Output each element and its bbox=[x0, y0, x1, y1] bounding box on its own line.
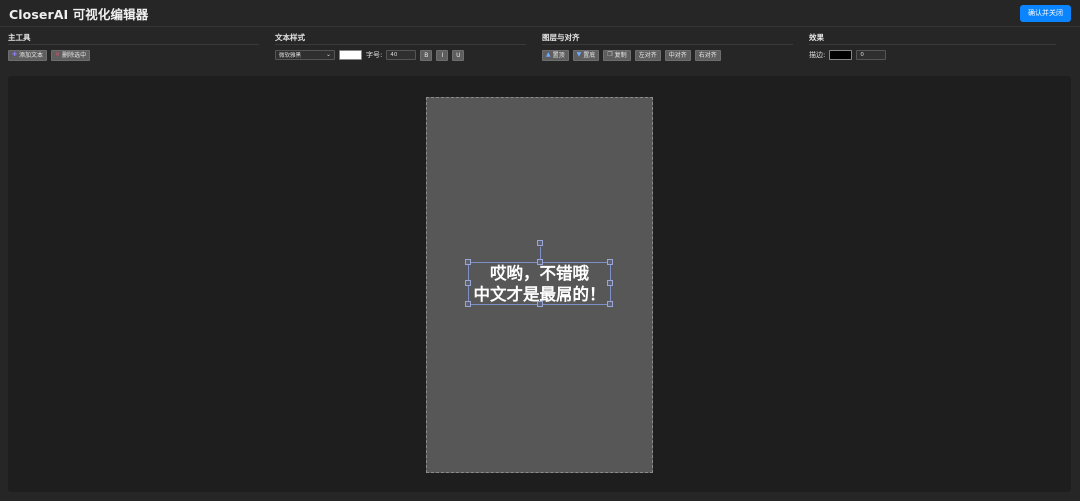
selected-text-object[interactable]: 哎哟，不错哦 中文才是最屌的！ bbox=[465, 240, 613, 307]
main-tools-group: 主工具 ✚ 添加文本 ✕ 删除选中 bbox=[8, 31, 275, 67]
resize-handle-middle-left[interactable] bbox=[465, 280, 471, 286]
chevron-down-icon: ⌄ bbox=[325, 51, 331, 58]
bring-to-front-button[interactable]: ▲ 置顶 bbox=[542, 49, 569, 61]
resize-handle-bottom-center[interactable] bbox=[537, 301, 543, 307]
copy-label: 复制 bbox=[614, 51, 627, 59]
confirm-close-button[interactable]: 确认并关闭 bbox=[1020, 4, 1071, 22]
main-tools-title: 主工具 bbox=[8, 31, 259, 45]
design-canvas[interactable]: 哎哟，不错哦 中文才是最屌的！ bbox=[426, 97, 653, 473]
align-center-button[interactable]: 中对齐 bbox=[664, 49, 691, 61]
effects-group: 效果 描边: 0 bbox=[809, 31, 1072, 67]
resize-handle-top-center[interactable] bbox=[537, 259, 543, 265]
resize-handle-bottom-right[interactable] bbox=[607, 301, 613, 307]
rotate-handle[interactable] bbox=[537, 240, 543, 246]
stroke-color-picker[interactable] bbox=[829, 50, 853, 60]
font-family-select[interactable]: 微软雅黑 ⌄ bbox=[275, 50, 335, 60]
resize-handle-top-right[interactable] bbox=[607, 259, 613, 265]
resize-handle-top-left[interactable] bbox=[465, 259, 471, 265]
text-line-1: 哎哟，不错哦 bbox=[490, 263, 589, 283]
arrow-up-icon: ▲ bbox=[546, 51, 551, 58]
header-bar: CloserAI 可视化编辑器 确认并关闭 bbox=[0, 0, 1080, 26]
add-text-button[interactable]: ✚ 添加文本 bbox=[8, 49, 48, 61]
toolbar: 主工具 ✚ 添加文本 ✕ 删除选中 文本样式 微软雅黑 ⌄ 字号: 40 B I… bbox=[8, 31, 1072, 67]
text-style-title: 文本样式 bbox=[275, 31, 526, 45]
layer-align-title: 图层与对齐 bbox=[542, 31, 793, 45]
close-icon: ✕ bbox=[55, 51, 61, 58]
copy-icon: ❐ bbox=[607, 51, 613, 58]
font-size-input[interactable]: 40 bbox=[386, 50, 417, 60]
effects-title: 效果 bbox=[809, 31, 1056, 45]
text-style-group: 文本样式 微软雅黑 ⌄ 字号: 40 B I U bbox=[275, 31, 542, 67]
stroke-label: 描边: bbox=[809, 51, 826, 59]
delete-selected-button[interactable]: ✕ 删除选中 bbox=[51, 49, 91, 61]
resize-handle-middle-right[interactable] bbox=[607, 280, 613, 286]
italic-button[interactable]: I bbox=[436, 49, 449, 61]
plus-icon: ✚ bbox=[12, 51, 18, 58]
delete-selected-label: 删除选中 bbox=[62, 51, 87, 59]
arrow-down-icon: ▼ bbox=[576, 51, 582, 58]
underline-button[interactable]: U bbox=[452, 49, 465, 61]
app-title: CloserAI 可视化编辑器 bbox=[9, 6, 149, 22]
copy-button[interactable]: ❐ 复制 bbox=[603, 49, 631, 61]
header-divider bbox=[0, 26, 1080, 27]
align-right-button[interactable]: 右对齐 bbox=[694, 49, 721, 61]
bold-button[interactable]: B bbox=[420, 49, 433, 61]
add-text-label: 添加文本 bbox=[19, 51, 44, 59]
align-left-button[interactable]: 左对齐 bbox=[634, 49, 661, 61]
stroke-width-input[interactable]: 0 bbox=[856, 50, 887, 60]
resize-handle-bottom-left[interactable] bbox=[465, 301, 471, 307]
editor-workspace: 哎哟，不错哦 中文才是最屌的！ bbox=[8, 76, 1071, 492]
font-size-label: 字号: bbox=[366, 51, 383, 59]
layer-align-group: 图层与对齐 ▲ 置顶 ▼ 置底 ❐ 复制 左对齐 中对齐 右对齐 bbox=[542, 31, 809, 67]
text-color-picker[interactable] bbox=[339, 50, 362, 60]
send-to-back-button[interactable]: ▼ 置底 bbox=[572, 49, 600, 61]
send-to-back-label: 置底 bbox=[583, 51, 596, 59]
bring-to-front-label: 置顶 bbox=[552, 51, 565, 59]
font-family-value: 微软雅黑 bbox=[279, 53, 302, 59]
